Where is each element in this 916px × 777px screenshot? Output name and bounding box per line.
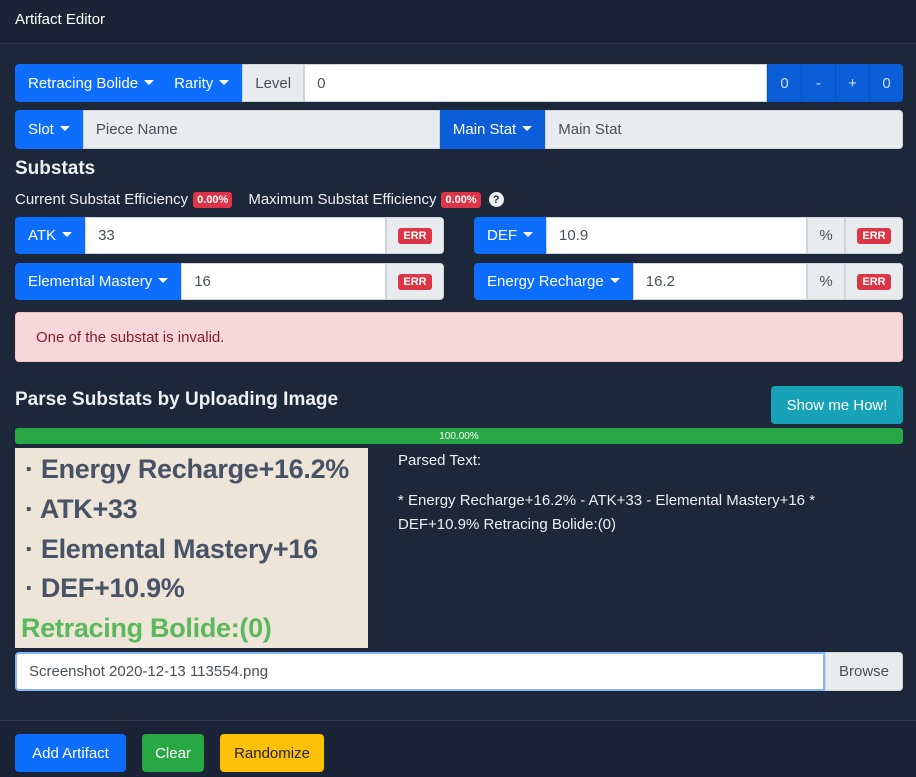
show-me-how-button[interactable]: Show me How! bbox=[771, 386, 903, 424]
add-artifact-button[interactable]: Add Artifact bbox=[15, 734, 126, 772]
max-efficiency-badge: 0.00% bbox=[441, 191, 481, 208]
parsed-text-line-2: DEF+10.9% Retracing Bolide:(0) bbox=[398, 516, 617, 533]
set-dropdown-label: Retracing Bolide bbox=[28, 74, 139, 92]
piece-name-field[interactable]: Piece Name bbox=[82, 110, 440, 149]
invalid-substat-alert: One of the substat is invalid. bbox=[15, 312, 903, 362]
error-badge: ERR bbox=[857, 227, 891, 244]
caret-down-icon bbox=[523, 232, 533, 237]
substat-2-dropdown-button[interactable]: DEF bbox=[474, 217, 546, 254]
image-line-energy-recharge: · Energy Recharge+16.2% bbox=[25, 454, 350, 484]
modal-header: Artifact Editor bbox=[0, 0, 916, 44]
caret-down-icon bbox=[522, 126, 533, 131]
randomize-button[interactable]: Randomize bbox=[220, 734, 324, 772]
image-line-def: · DEF+10.9% bbox=[25, 573, 185, 603]
substat-3-input[interactable]: 16 bbox=[181, 263, 386, 300]
substat-2-status: ERR bbox=[845, 217, 903, 254]
upload-progress-bar: 100.00% bbox=[15, 428, 903, 444]
modal-footer: Add Artifact Clear Randomize bbox=[0, 720, 916, 777]
slot-dropdown-button[interactable]: Slot bbox=[15, 110, 83, 149]
level-label: Level bbox=[242, 64, 305, 102]
question-circle-icon[interactable]: ? bbox=[488, 192, 504, 207]
max-efficiency-label: Maximum Substat Efficiency bbox=[248, 191, 437, 208]
caret-down-icon bbox=[609, 278, 620, 283]
slot-dropdown-label: Slot bbox=[28, 121, 54, 138]
substat-4-dropdown-button[interactable]: Energy Recharge bbox=[474, 263, 633, 300]
file-upload-input[interactable]: Screenshot 2020-12-13 113554.png Browse bbox=[15, 652, 903, 691]
substat-row-3: Elemental Mastery 16 ERR bbox=[15, 263, 444, 300]
substat-2-input[interactable]: 10.9 bbox=[546, 217, 807, 254]
error-badge: ERR bbox=[857, 273, 891, 290]
substat-row-4: Energy Recharge 16.2 % ERR bbox=[474, 263, 903, 300]
substat-4-status: ERR bbox=[845, 263, 903, 300]
parse-heading: Parse Substats by Uploading Image bbox=[15, 389, 339, 410]
caret-down-icon bbox=[219, 79, 230, 85]
current-efficiency-label: Current Substat Efficiency bbox=[15, 191, 189, 208]
substat-1-input[interactable]: 33 bbox=[85, 217, 386, 254]
substat-4-label: Energy Recharge bbox=[487, 273, 604, 290]
image-line-elemental-mastery: · Elemental Mastery+16 bbox=[25, 534, 318, 564]
clear-button[interactable]: Clear bbox=[142, 734, 204, 772]
caret-down-icon bbox=[62, 232, 73, 237]
substat-2-unit: % bbox=[807, 217, 845, 254]
uploaded-image-preview: · Energy Recharge+16.2% · ATK+33 · Eleme… bbox=[15, 448, 368, 648]
substat-1-status: ERR bbox=[386, 217, 444, 254]
level-decrement-button[interactable]: - bbox=[801, 64, 835, 102]
file-name-field[interactable]: Screenshot 2020-12-13 113554.png bbox=[15, 652, 825, 691]
set-dropdown-button[interactable]: Retracing Bolide bbox=[15, 64, 163, 102]
level-increment-button[interactable]: + bbox=[835, 64, 869, 102]
substat-row-2: DEF 10.9 % ERR bbox=[474, 217, 903, 254]
current-efficiency-badge: 0.00% bbox=[193, 191, 233, 208]
modal-title: Artifact Editor bbox=[15, 11, 106, 28]
main-stat-dropdown-label: Main Stat bbox=[452, 121, 517, 138]
substat-3-label: Elemental Mastery bbox=[28, 273, 153, 290]
efficiency-row: Current Substat Efficiency 0.00% Maximum… bbox=[15, 191, 504, 208]
caret-down-icon bbox=[158, 278, 169, 283]
level-min-button[interactable]: 0 bbox=[767, 64, 801, 102]
parsed-text-title: Parsed Text: bbox=[398, 452, 482, 469]
substat-1-label: ATK bbox=[28, 227, 57, 244]
parsed-text-line-1: * Energy Recharge+16.2% - ATK+33 - Eleme… bbox=[398, 492, 816, 509]
main-stat-field: Main Stat bbox=[545, 110, 903, 149]
main-stat-dropdown-button[interactable]: Main Stat bbox=[439, 110, 546, 149]
error-badge: ERR bbox=[398, 227, 432, 244]
rarity-dropdown-label: Rarity bbox=[174, 74, 214, 92]
caret-down-icon bbox=[59, 126, 70, 131]
substat-3-status: ERR bbox=[386, 263, 444, 300]
caret-down-icon bbox=[144, 79, 155, 85]
level-max-button[interactable]: 0 bbox=[869, 64, 903, 102]
slot-row: Slot Piece Name Main Stat Main Stat bbox=[15, 110, 903, 149]
substat-1-dropdown-button[interactable]: ATK bbox=[15, 217, 86, 254]
substat-3-dropdown-button[interactable]: Elemental Mastery bbox=[15, 263, 182, 300]
substat-4-unit: % bbox=[807, 263, 845, 300]
parsed-text-body: * Energy Recharge+16.2% - ATK+33 - Eleme… bbox=[398, 489, 888, 537]
substat-4-input[interactable]: 16.2 bbox=[632, 263, 807, 300]
substat-2-label: DEF bbox=[487, 227, 517, 244]
level-input[interactable]: 0 bbox=[304, 64, 767, 102]
artifact-main-row: Retracing Bolide Rarity Level 0 0 - + 0 bbox=[15, 64, 903, 102]
image-line-set-name: Retracing Bolide:(0) bbox=[21, 613, 272, 643]
substat-row-1: ATK 33 ERR bbox=[15, 217, 444, 254]
substats-heading: Substats bbox=[15, 158, 96, 179]
error-badge: ERR bbox=[398, 273, 432, 290]
browse-button[interactable]: Browse bbox=[825, 652, 903, 691]
image-line-atk: · ATK+33 bbox=[25, 494, 138, 524]
rarity-dropdown-button[interactable]: Rarity bbox=[162, 64, 243, 102]
